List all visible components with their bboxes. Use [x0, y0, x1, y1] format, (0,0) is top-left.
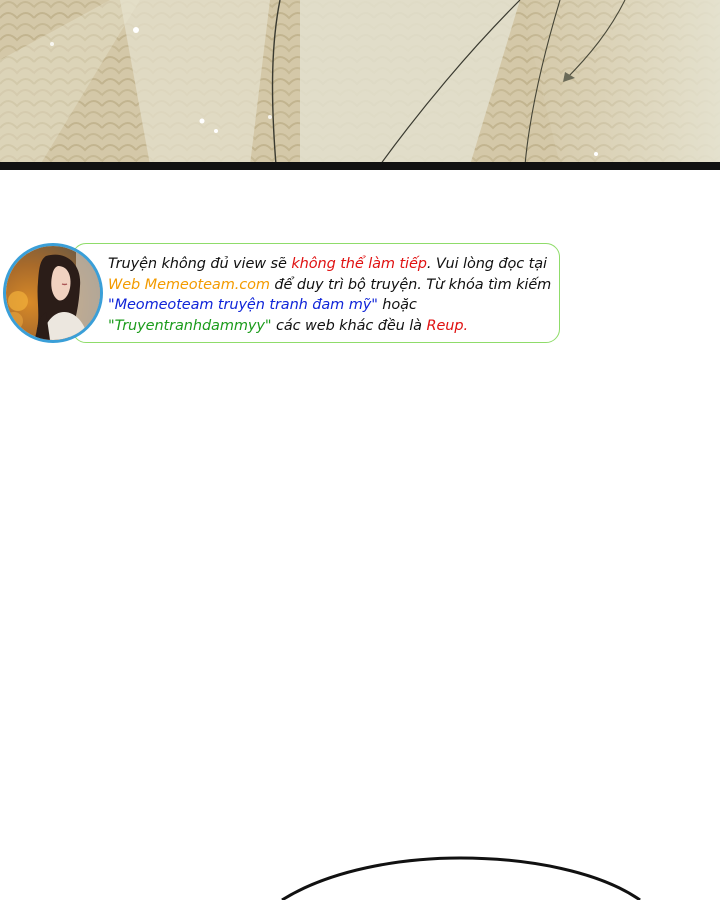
site-name: Web Memeoteam.com	[108, 276, 270, 293]
notice-line-3: "Meomeoteam truyện tranh đam mỹ" hoặc	[108, 295, 558, 316]
speech-bubble-top-edge	[0, 820, 720, 902]
search-keyword-2: "Truyentranhdammyy"	[108, 317, 272, 334]
notice-text: Truyện không đủ view sẽ	[108, 256, 292, 272]
notice-line-2: Web Memeoteam.com để duy trì bộ truyện. …	[108, 275, 558, 296]
notice-box: Truyện không đủ view sẽ không thể làm ti…	[72, 243, 560, 343]
notice-message: Truyện không đủ view sẽ không thể làm ti…	[108, 254, 558, 336]
manga-panel-top	[0, 0, 720, 170]
reup-text: Reup.	[426, 317, 468, 334]
notice-line-4: "Truyentranhdammyy" các web khác đều là …	[108, 316, 558, 337]
notice-line-1: Truyện không đủ view sẽ không thể làm ti…	[108, 254, 558, 275]
notice-text: để duy trì bộ truyện. Từ khóa tìm kiếm	[269, 276, 552, 293]
avatar	[3, 243, 103, 343]
warning-text: không thể làm tiếp	[291, 256, 427, 272]
notice-text: . Vui lòng đọc tại	[426, 256, 547, 272]
notice-text: hoặc	[377, 297, 417, 313]
search-keyword-1: "Meomeoteam truyện tranh đam mỹ"	[108, 297, 378, 313]
notice-text: các web khác đều là	[271, 317, 427, 334]
